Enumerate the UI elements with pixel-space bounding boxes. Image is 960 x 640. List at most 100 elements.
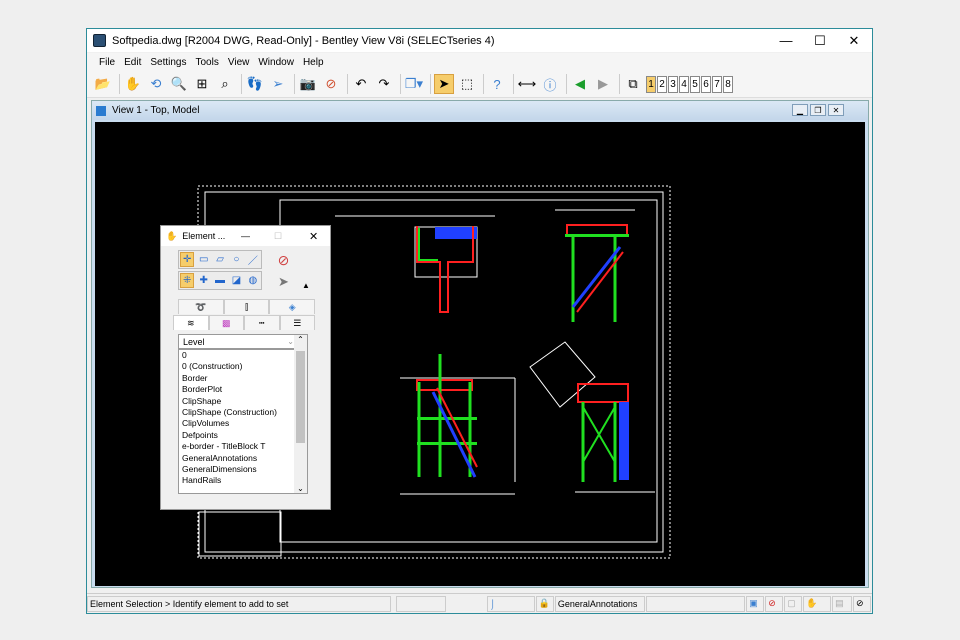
level-item[interactable]: ClipVolumes (179, 418, 307, 429)
tab-levels-icon[interactable]: ≋ (173, 315, 209, 330)
panel-maximize-button[interactable]: ☐ (274, 231, 282, 242)
level-item[interactable]: 0 (179, 350, 307, 361)
shape-select-icon[interactable]: ▱ (213, 252, 227, 267)
tab-color-icon[interactable]: ▩ (208, 315, 244, 330)
menu-view[interactable]: View (228, 57, 250, 68)
level-item[interactable]: BorderPlot (179, 384, 307, 395)
maximize-button[interactable]: ☐ (803, 29, 837, 52)
menu-file[interactable]: File (99, 57, 115, 68)
views-icon[interactable]: ⧉ (623, 74, 643, 94)
view-next-icon[interactable]: ↷ (374, 74, 394, 94)
view-6-button[interactable]: 6 (701, 75, 711, 93)
view-8-button[interactable]: 8 (723, 75, 733, 93)
view-5-button[interactable]: 5 (690, 75, 700, 93)
level-list-header[interactable]: Level ⌄ (179, 335, 294, 350)
individual-select-icon[interactable]: ✛ (180, 252, 195, 267)
menu-window[interactable]: Window (258, 57, 294, 68)
status-bar: Element Selection > Identify element to … (87, 593, 872, 613)
panel-minimize-button[interactable]: — (241, 231, 250, 241)
menu-help[interactable]: Help (303, 57, 324, 68)
main-toolbar: 📂 ✋ ⟲ 🔍 ⊞ ⌕ 👣 ➢ 📷 ⊘ ↶ ↷ ❐▾ ➤ ⬚ ? ⟷ ⓘ ◀ ▶… (87, 71, 872, 98)
selection-cursor-icon[interactable]: ➤ (276, 274, 291, 289)
circle-select-icon[interactable]: ○ (229, 252, 243, 267)
lock-icon[interactable]: 🔒 (535, 595, 554, 612)
view-icon (96, 105, 106, 116)
block-select-icon[interactable]: ▭ (196, 252, 210, 267)
tab-properties-icon[interactable]: ➰ (178, 299, 224, 314)
level-item[interactable]: GeneralAnnotations (179, 453, 307, 464)
cancel-icon[interactable]: ⊘ (853, 595, 871, 612)
view-attributes-icon[interactable]: ❐▾ (404, 74, 424, 94)
tab-linestyle-icon[interactable]: ┅ (244, 315, 280, 330)
view-1-button[interactable]: 1 (646, 75, 656, 93)
measure-icon[interactable]: ⟷ (517, 74, 537, 94)
sheet-icon[interactable]: ▢ (784, 595, 803, 612)
view-4-button[interactable]: 4 (679, 75, 689, 93)
view-minimize-button[interactable]: ▁ (792, 104, 808, 116)
snap-icon[interactable]: ⌡ (486, 595, 535, 612)
fit-view-icon[interactable]: ⊞ (192, 74, 212, 94)
level-item[interactable]: HandRails (179, 475, 307, 486)
level-list[interactable]: Level ⌄ 0 0 (Construction) Border BorderP… (178, 334, 308, 494)
walk-icon[interactable]: 👣 (245, 74, 265, 94)
level-item[interactable]: ClipShape (179, 396, 307, 407)
invert-mode-icon[interactable]: ◪ (229, 273, 243, 288)
zoom-icon[interactable]: 🔍 (169, 74, 189, 94)
view-3-button[interactable]: 3 (668, 75, 678, 93)
pan-hand-icon[interactable]: ✋ (123, 74, 143, 94)
clear-selection-icon[interactable]: ⊘ (276, 252, 291, 268)
info-icon[interactable]: ⓘ (540, 74, 560, 94)
select-all-icon[interactable]: ◍ (246, 273, 260, 288)
view-restore-button[interactable]: ❐ (810, 104, 826, 116)
help-query-icon[interactable]: ? (487, 74, 507, 94)
select-area-icon[interactable]: ⬚ (457, 74, 477, 94)
new-mode-icon[interactable]: ⁜ (180, 273, 195, 288)
line-select-icon[interactable]: ／ (246, 252, 260, 267)
open-folder-icon[interactable]: 📂 (93, 74, 113, 94)
fly-icon[interactable]: ➢ (268, 74, 288, 94)
level-item[interactable]: GeneralDimensions (179, 464, 307, 475)
panel-close-button[interactable]: ✕ (309, 230, 318, 243)
scrollbar-thumb[interactable] (296, 351, 305, 443)
view-close-button[interactable]: ✕ (828, 104, 844, 116)
forward-arrow-icon[interactable]: ▶ (593, 74, 613, 94)
collapse-arrow-icon[interactable]: ▲ (302, 281, 310, 290)
level-item[interactable]: 0 (Construction) (179, 361, 307, 372)
select-arrow-icon[interactable]: ➤ (434, 74, 454, 94)
window-title: Softpedia.dwg [R2004 DWG, Read-Only] - B… (112, 34, 495, 47)
active-level[interactable]: GeneralAnnotations (554, 595, 645, 612)
subtract-mode-icon[interactable]: ▬ (213, 273, 227, 288)
status-message-field (396, 595, 446, 612)
menu-tools[interactable]: Tools (196, 57, 219, 68)
view-previous-icon[interactable]: ↶ (351, 74, 371, 94)
selection-mode-group: ⁜ ✚ ▬ ◪ ◍ (178, 271, 262, 290)
clip-off-icon[interactable]: ⊘ (321, 74, 341, 94)
minimize-button[interactable]: — (769, 29, 803, 52)
print-icon[interactable]: ▤ (832, 595, 853, 612)
level-item[interactable]: ClipShape (Construction) (179, 407, 307, 418)
no-changes-icon[interactable]: ⊘ (765, 595, 784, 612)
level-list-scrollbar[interactable]: ⌃ ⌄ (294, 335, 307, 493)
level-item[interactable]: Border (179, 373, 307, 384)
tab-views-icon[interactable]: ◈ (269, 299, 316, 314)
filter-tabs-bottom: ≋ ▩ ┅ ☰ (173, 315, 315, 330)
rotate-view-icon[interactable]: ⟲ (146, 74, 166, 94)
design-file-icon[interactable]: ▣ (746, 595, 765, 612)
add-mode-icon[interactable]: ✚ (196, 273, 210, 288)
filter-tabs-top: ➰ ⫿ ◈ (178, 299, 316, 314)
touch-icon[interactable]: ✋ (803, 595, 832, 612)
back-arrow-icon[interactable]: ◀ (570, 74, 590, 94)
tab-weight-icon[interactable]: ☰ (279, 315, 315, 330)
menu-settings[interactable]: Settings (150, 57, 186, 68)
menu-edit[interactable]: Edit (124, 57, 141, 68)
close-button[interactable]: ✕ (837, 29, 871, 52)
element-selection-panel: ✋ Element ... — ☐ ✕ ✛ ▭ ▱ ○ ／ ⁜ ✚ ▬ ◪ ◍ … (160, 225, 331, 510)
window-area-icon[interactable]: ⌕ (215, 74, 235, 94)
camera-icon[interactable]: 📷 (298, 74, 318, 94)
view-7-button[interactable]: 7 (712, 75, 722, 93)
status-field (645, 595, 746, 612)
level-item[interactable]: e-border - TitleBlock T (179, 441, 307, 452)
view-2-button[interactable]: 2 (657, 75, 667, 93)
tab-class-icon[interactable]: ⫿ (223, 299, 270, 314)
level-item[interactable]: Defpoints (179, 430, 307, 441)
